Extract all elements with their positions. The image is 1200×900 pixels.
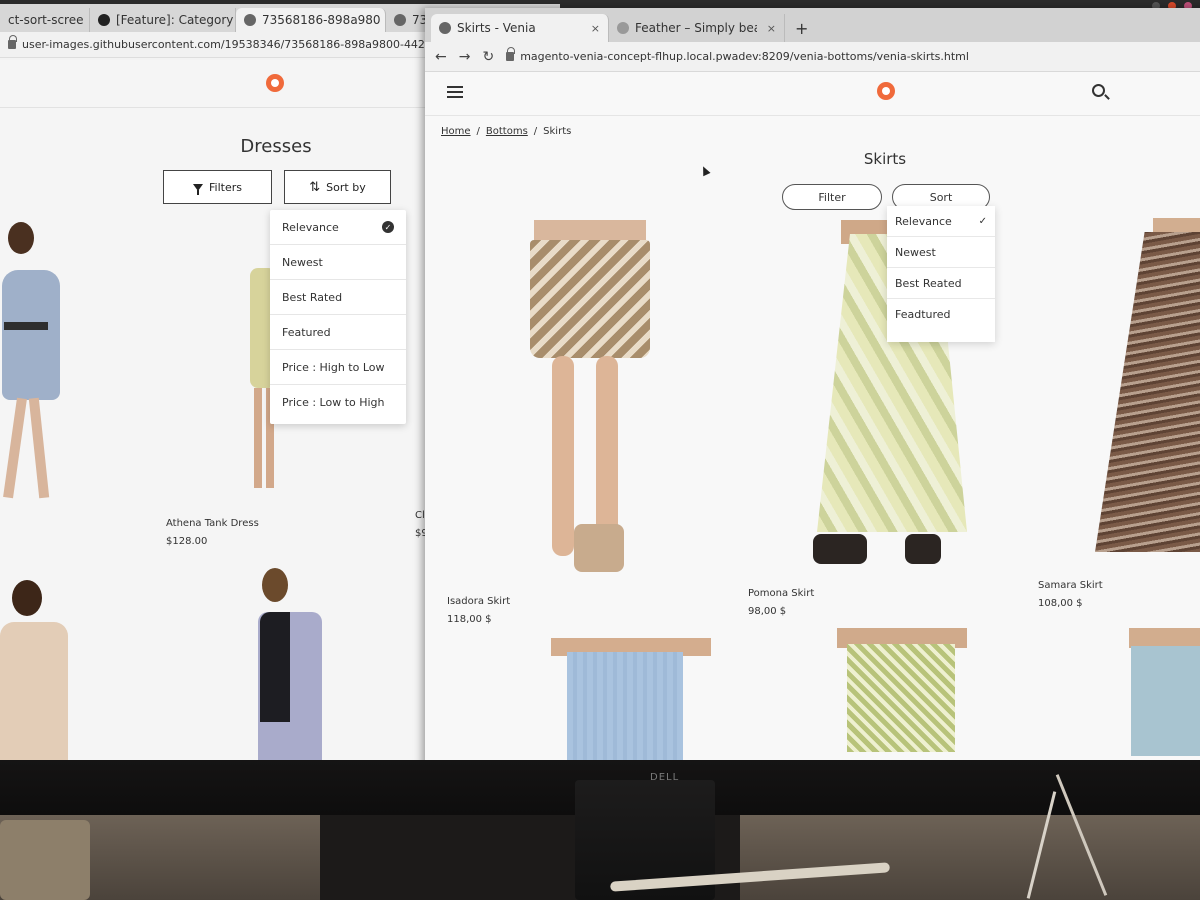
search-icon[interactable] (1092, 84, 1105, 97)
filters-label: Filters (209, 180, 242, 194)
back-arrow-icon[interactable]: ← (435, 49, 447, 65)
sort-option-featured[interactable]: Featured (270, 315, 406, 350)
filters-button[interactable]: Filters (163, 170, 272, 204)
skirt-zigzag (530, 240, 650, 358)
tab-title: ct-sort-scree (8, 13, 84, 27)
tab-close-icon[interactable]: × (591, 22, 600, 35)
github-icon (98, 14, 110, 26)
breadcrumb-bottoms[interactable]: Bottoms (486, 126, 528, 137)
model-dress (2, 270, 60, 400)
model-hair (262, 568, 288, 602)
filter-funnel-icon (193, 183, 203, 195)
sort-option-best-rated[interactable]: Best Rated (270, 280, 406, 315)
hamburger-menu-icon[interactable] (447, 86, 463, 98)
tab-feather[interactable]: Feather – Simply beautifu × (609, 14, 785, 42)
breadcrumb: Home / Bottoms / Skirts (441, 126, 571, 137)
wedge-shoes (574, 524, 624, 572)
sort-option-price-high-low[interactable]: Price : High to Low (270, 350, 406, 385)
monitor-screen: ct-sort-scree × [Feature]: Category × 73… (0, 0, 1200, 800)
lock-icon (8, 35, 17, 49)
tab-title: Feather – Simply beautifu (635, 21, 757, 35)
sort-by-button[interactable]: ⇅ Sort by (284, 170, 391, 204)
tab-title: 73 (412, 13, 426, 27)
sandals (905, 534, 941, 564)
product-price: 108,00 $ (1038, 598, 1083, 609)
tab-close-icon[interactable]: × (767, 22, 776, 35)
skirt-teal (1131, 646, 1200, 756)
globe-icon (244, 14, 256, 26)
desk-object (0, 820, 90, 900)
product-price: 118,00 $ (447, 614, 492, 625)
new-tab-button[interactable]: + (785, 14, 818, 42)
product-name[interactable]: Samara Skirt (1038, 580, 1103, 591)
sort-dropdown: Relevance ✓ Newest Best Rated Featured P… (270, 210, 406, 424)
check-circle-icon: ✓ (382, 221, 394, 233)
front-tab-strip: Skirts - Venia × Feather – Simply beauti… (425, 8, 1200, 42)
sort-option-newest[interactable]: Newest (270, 245, 406, 280)
back-tab[interactable]: ct-sort-scree × (0, 8, 90, 32)
sort-option-newest[interactable]: Newest (887, 237, 995, 268)
filter-button[interactable]: Filter (782, 184, 882, 210)
breadcrumb-separator: / (533, 126, 538, 137)
sandals (813, 534, 867, 564)
category-title: Skirts (863, 150, 907, 168)
sort-by-label: Sort by (326, 180, 366, 194)
globe-icon (439, 22, 451, 34)
product-price: 98,00 $ (748, 606, 787, 617)
sort-option-best-rated[interactable]: Best Reated (887, 268, 995, 299)
sort-option-relevance[interactable]: Relevance ✓ (887, 206, 995, 237)
venia-logo-icon[interactable] (266, 74, 284, 92)
model-leg (552, 356, 574, 556)
product-name[interactable]: Isadora Skirt (447, 596, 510, 607)
model-hair (12, 580, 42, 616)
tab-skirts-venia[interactable]: Skirts - Venia × (431, 14, 609, 42)
model-leg (3, 397, 27, 499)
tab-title: 73568186-898a980 (262, 13, 381, 27)
forward-arrow-icon[interactable]: → (459, 49, 471, 65)
tab-title: Skirts - Venia (457, 21, 536, 35)
model-leg (28, 397, 50, 499)
site-header (425, 72, 1200, 116)
product-name[interactable]: Athena Tank Dress (166, 518, 259, 529)
model-belt (4, 322, 48, 330)
globe-icon (394, 14, 406, 26)
front-nav-bar: ← → ↻ magento-venia-concept-flhup.local.… (425, 42, 1200, 72)
venia-logo-icon[interactable] (877, 82, 895, 100)
sort-option-relevance[interactable]: Relevance ✓ (270, 210, 406, 245)
skirts-page: Home / Bottoms / Skirts Skirts Filter So… (425, 72, 1200, 783)
back-tab[interactable]: [Feature]: Category × (90, 8, 236, 32)
skirt-green-print (847, 644, 955, 752)
model-torso (1129, 628, 1200, 648)
front-address-bar[interactable]: magento-venia-concept-flhup.local.pwadev… (506, 47, 969, 63)
breadcrumb-separator: / (476, 126, 480, 137)
model-leg (254, 388, 262, 488)
breadcrumb-home[interactable]: Home (441, 126, 471, 137)
model-hair (8, 222, 34, 254)
front-browser-window: Skirts - Venia × Feather – Simply beauti… (425, 8, 1200, 783)
front-url: magento-venia-concept-flhup.local.pwadev… (520, 50, 969, 63)
back-tab-active[interactable]: 73568186-898a980 × (236, 8, 386, 32)
breadcrumb-current: Skirts (543, 126, 572, 137)
sort-arrows-icon: ⇅ (309, 179, 321, 195)
sort-option-featured[interactable]: Feadtured (887, 299, 995, 330)
product-name[interactable]: Pomona Skirt (748, 588, 814, 599)
tab-title: [Feature]: Category (116, 13, 234, 27)
model-dress-panel (260, 612, 290, 722)
product-price: $128.00 (166, 536, 208, 547)
reload-icon[interactable]: ↻ (482, 49, 494, 65)
back-tab[interactable]: 73 (386, 8, 426, 32)
back-url: user-images.githubusercontent.com/195383… (22, 38, 464, 51)
feather-icon (617, 22, 629, 34)
lock-icon (506, 47, 516, 61)
skirt-maxi-striped (1095, 232, 1200, 552)
check-icon: ✓ (978, 215, 987, 227)
model-torso (1153, 218, 1200, 232)
sort-option-price-low-high[interactable]: Price : Low to High (270, 385, 406, 420)
sort-dropdown: Relevance ✓ Newest Best Reated Feadtured (887, 206, 995, 342)
